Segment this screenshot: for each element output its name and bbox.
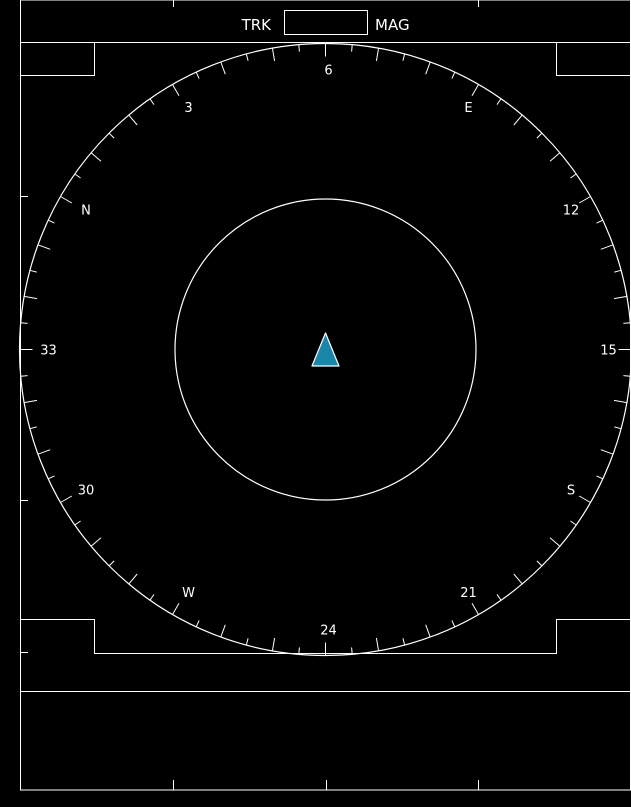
compass-tick	[352, 647, 353, 654]
compass-tick	[150, 99, 154, 105]
compass-tick	[24, 296, 37, 298]
compass-label: 6	[324, 64, 332, 79]
compass-tick	[537, 561, 542, 566]
compass-tick	[597, 476, 603, 479]
compass-tick	[299, 45, 300, 52]
compass-tick	[75, 174, 81, 178]
compass-tick	[452, 621, 455, 627]
compass-tick	[272, 638, 274, 651]
display-frame	[20, 0, 631, 790]
compass-tick	[299, 647, 300, 654]
compass-tick	[91, 538, 101, 546]
compass-tick	[623, 376, 630, 377]
compass-tick	[570, 174, 576, 178]
compass-tick	[30, 270, 37, 272]
compass-tick	[579, 496, 590, 503]
compass-tick	[623, 323, 630, 324]
compass-tick	[570, 521, 576, 525]
compass-tick	[61, 197, 72, 204]
compass-tick	[472, 85, 479, 96]
compass-tick	[221, 62, 226, 74]
compass-tick	[21, 323, 28, 324]
compass-tick	[61, 496, 72, 503]
compass-tick	[403, 54, 405, 61]
compass-label: 33	[40, 344, 57, 359]
compass-tick	[48, 220, 54, 223]
compass-tick	[129, 574, 137, 584]
compass-tick	[472, 603, 479, 614]
navigation-display: TRK MAG 6 E 12 15 S 21 24 W 30 33 N 3	[0, 0, 631, 803]
compass-label: W	[182, 586, 195, 601]
heading-box[interactable]	[285, 11, 368, 35]
nd-canvas: TRK MAG 6 E 12 15 S 21 24 W 30 33 N 3	[0, 0, 631, 803]
compass-label: 12	[563, 204, 580, 219]
compass-tick	[246, 638, 248, 645]
corner-bracket-top-left	[20, 43, 95, 76]
compass-label: 30	[78, 484, 95, 499]
compass-tick	[579, 197, 590, 204]
compass-tick	[497, 594, 501, 600]
corner-bracket-top-right	[557, 43, 631, 76]
compass-tick	[403, 638, 405, 645]
compass-tick	[537, 133, 542, 138]
compass-tick	[614, 427, 621, 429]
compass-tick	[196, 72, 199, 78]
compass-tick	[24, 400, 37, 402]
compass-tick	[246, 54, 248, 61]
compass-tick	[91, 153, 101, 161]
compass-label: 3	[184, 101, 192, 116]
compass-tick	[614, 296, 627, 298]
compass-tick	[601, 450, 613, 455]
compass-tick	[38, 450, 50, 455]
compass-label: 15	[600, 344, 617, 359]
compass-tick	[129, 115, 137, 125]
compass-tick	[452, 72, 455, 78]
compass-label: 21	[460, 586, 477, 601]
compass-tick	[150, 594, 154, 600]
compass-tick	[38, 245, 50, 250]
compass-tick	[497, 99, 501, 105]
compass-tick	[376, 638, 378, 651]
compass-tick	[426, 62, 431, 74]
compass-label: S	[567, 484, 575, 499]
compass-tick	[514, 574, 522, 584]
ownship-triangle-icon	[312, 333, 339, 366]
compass-tick	[426, 625, 431, 637]
compass-tick	[597, 220, 603, 223]
compass-tick	[221, 625, 226, 637]
compass-label: N	[81, 204, 91, 219]
compass-tick	[173, 603, 180, 614]
compass-tick	[173, 85, 180, 96]
track-mode-label: TRK	[241, 16, 273, 34]
compass-tick	[614, 270, 621, 272]
compass-tick	[376, 48, 378, 61]
compass-tick	[48, 476, 54, 479]
heading-readout: TRK MAG	[241, 11, 410, 35]
compass-tick	[550, 538, 560, 546]
compass-tick	[21, 376, 28, 377]
compass-label: 24	[320, 624, 337, 639]
compass-label: E	[464, 101, 472, 116]
compass-tick	[30, 427, 37, 429]
compass-tick	[601, 245, 613, 250]
reference-label: MAG	[375, 16, 410, 34]
compass-tick	[352, 45, 353, 52]
compass-tick	[196, 621, 199, 627]
compass-tick	[272, 48, 274, 61]
compass-tick	[514, 115, 522, 125]
compass-tick	[109, 133, 114, 138]
compass-tick	[614, 400, 627, 402]
outer-border	[21, 0, 631, 790]
compass-tick	[75, 521, 81, 525]
compass-tick	[109, 561, 114, 566]
compass-tick	[550, 153, 560, 161]
